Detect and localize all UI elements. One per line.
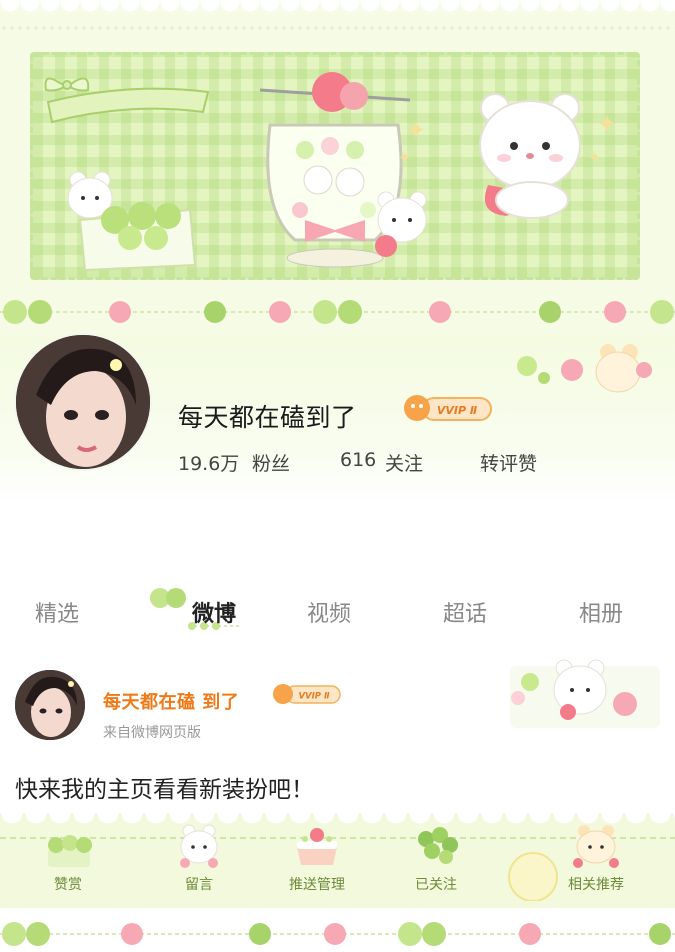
profile-banner: ✦ ✦ ✦ ✦ [0,0,675,335]
followers-count[interactable]: 19.6万 [178,449,239,476]
post-vvip-badge-icon[interactable]: VVIP Ⅱ [272,682,342,706]
tab-album[interactable]: 相册 [579,596,623,628]
reward-button[interactable]: 赞赏 [18,813,118,908]
avatar-photo-icon [16,335,150,469]
profile-username: 每天都在磕到了 [178,403,357,432]
following-count[interactable]: 616 [340,449,376,471]
post-avatar[interactable] [15,670,85,740]
mini-bear-icon [375,191,427,257]
following-label[interactable]: 关注 [385,449,423,476]
lemon-slice-decoration [508,852,558,901]
post-author-name[interactable]: 每天都在磕 到了 [103,688,239,714]
bear-strawberry-icon [479,93,581,219]
followers-label[interactable]: 粉丝 [252,449,290,476]
comment-label: 留言 [185,877,213,893]
avatar-photo-icon [15,670,85,740]
push-manage-button[interactable]: 推送管理 [267,813,367,908]
followed-label: 已关注 [415,877,457,893]
cake-icon [297,828,337,865]
bear-message-icon [180,824,218,868]
bead-chain-decoration [0,922,675,946]
post-action-bar: 赞赏 留言 推送管理 已关注 相关推荐 [0,813,675,908]
post-vip-badge-label: VVIP Ⅱ [298,692,330,702]
post-source: 来自微博网页版 [103,725,201,741]
tab-video[interactable]: 视频 [307,596,351,628]
tab-featured[interactable]: 精选 [35,596,79,628]
bear-cake-icon [67,171,197,272]
sparkle-icon: ✦ [596,110,618,140]
bead-chain-decoration [0,300,675,324]
sparkle-icon: ✦ [588,148,602,167]
followed-button[interactable]: 已关注 [386,813,486,908]
grape-cluster-icon [418,827,458,864]
interactions-label[interactable]: 转评赞 [480,449,537,476]
ribbon-bow-icon [44,77,210,124]
push-manage-label: 推送管理 [289,877,345,893]
vvip-badge-icon[interactable]: VVIP Ⅱ [401,393,493,423]
sparkle-icon: ✦ [405,116,427,146]
vip-badge-label: VVIP Ⅱ [437,404,478,417]
post-text: 快来我的主页看看新装扮吧！ [15,777,314,803]
grape-icon [48,835,92,867]
profile-avatar[interactable] [14,333,152,471]
reward-label: 赞赏 [54,877,82,893]
tab-super-topic[interactable]: 超话 [443,596,487,628]
bear-recommend-icon [573,825,619,868]
lace-border [0,0,675,30]
comment-button[interactable]: 留言 [149,813,249,908]
sparkle-icon: ✦ [398,148,412,167]
bear-card-decoration [510,659,660,728]
profile-tabs: 精选 微博 视频 超话 相册 [0,580,675,640]
bear-strawberry-decoration [517,344,652,393]
tab-weibo[interactable]: 微博 [192,596,236,628]
